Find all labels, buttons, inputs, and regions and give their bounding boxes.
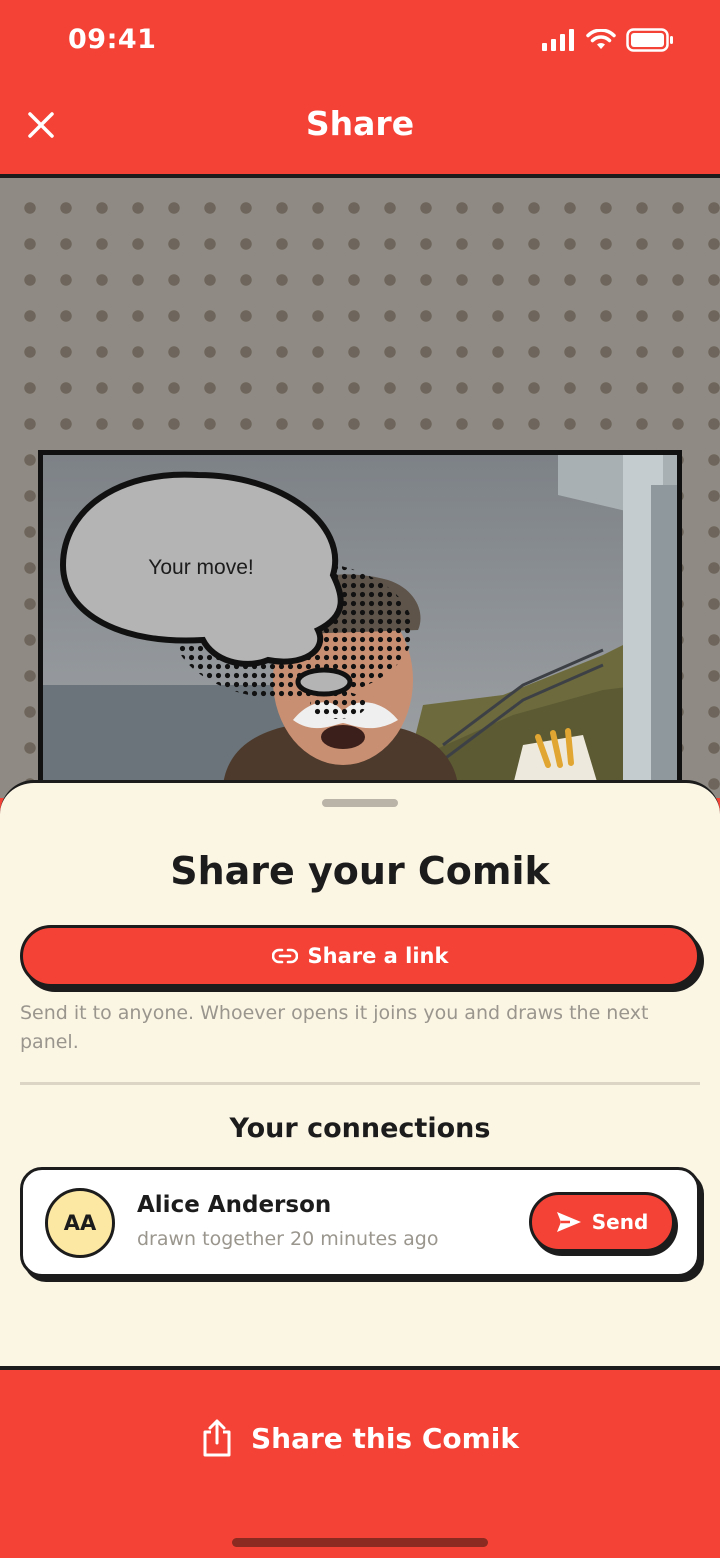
page-title: Share [305, 104, 415, 143]
sheet-title: Share your Comik [170, 849, 550, 893]
speech-bubble-text: Your move! [148, 556, 253, 579]
share-helper-text: Send it to anyone. Whoever opens it join… [20, 1002, 649, 1053]
status-time: 09:41 [68, 24, 157, 55]
panel-photo: Your move! [43, 455, 677, 785]
status-icons [542, 28, 674, 52]
sheet-handle[interactable] [322, 799, 398, 807]
send-icon [556, 1212, 581, 1232]
share-comik-label: Share this Comik [250, 1421, 520, 1455]
link-icon [271, 948, 298, 964]
connection-name: Alice Anderson [137, 1192, 332, 1218]
send-label: Send [591, 1210, 649, 1234]
signal-icon [542, 29, 574, 51]
comic-preview: Your move! [0, 178, 720, 798]
connections-title: Your connections [229, 1113, 491, 1144]
wifi-icon [586, 29, 616, 49]
header-bar: 09:41 Share [0, 0, 720, 178]
connection-subtitle: drawn together 20 minutes ago [137, 1228, 439, 1250]
bottom-action-bar: Share this Comik [0, 1366, 720, 1558]
share-link-button[interactable]: Share a link [20, 925, 700, 987]
send-button[interactable]: Send [529, 1192, 675, 1252]
avatar: AA [45, 1188, 115, 1258]
battery-icon [626, 28, 673, 52]
home-indicator[interactable] [232, 1538, 488, 1547]
share-icon [203, 1419, 231, 1457]
comic-panel: Your move! [38, 450, 682, 790]
connection-card: AA Alice Anderson drawn together 20 minu… [20, 1167, 700, 1277]
divider [20, 1082, 700, 1085]
share-sheet: Share your Comik Share a link Send it to… [0, 780, 720, 1370]
share-link-label: Share a link [307, 944, 449, 968]
share-comik-button[interactable]: Share this Comik [0, 1418, 720, 1458]
